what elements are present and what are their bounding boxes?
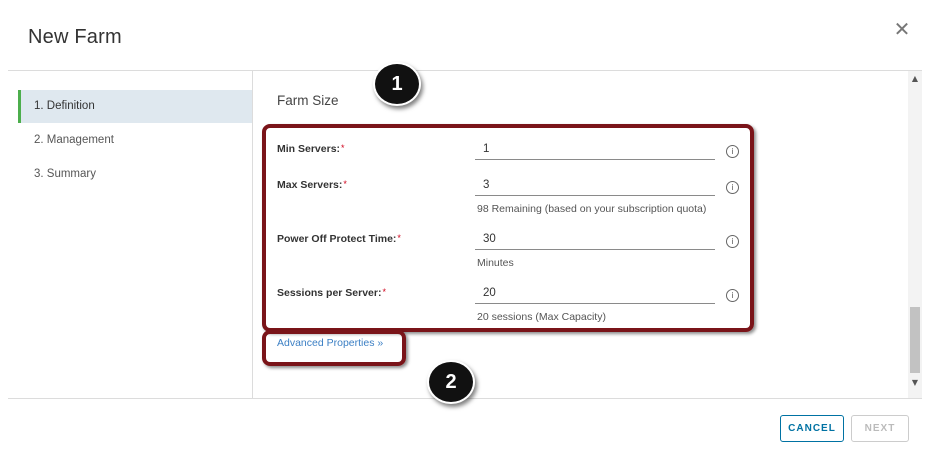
sessions-per-server-input[interactable] — [475, 282, 715, 304]
required-marker: * — [341, 143, 345, 153]
callout-badge-1: 1 — [373, 62, 421, 106]
max-servers-input[interactable] — [475, 174, 715, 196]
callout-badge-2: 2 — [427, 360, 475, 404]
close-icon[interactable]: ✕ — [891, 18, 913, 40]
step-definition[interactable]: 1. Definition — [18, 90, 252, 123]
info-icon[interactable]: i — [726, 145, 739, 158]
min-servers-label: Min Servers:* — [277, 143, 345, 155]
max-servers-label: Max Servers:* — [277, 179, 347, 191]
info-icon[interactable]: i — [726, 181, 739, 194]
sessions-per-server-label: Sessions per Server:* — [277, 287, 386, 299]
power-off-protect-time-label: Power Off Protect Time:* — [277, 233, 401, 245]
next-button[interactable]: NEXT — [851, 415, 909, 442]
info-icon[interactable]: i — [726, 289, 739, 302]
new-farm-dialog: New Farm ✕ 1. Definition 2. Management 3… — [0, 0, 930, 462]
advanced-properties-link[interactable]: Advanced Properties » — [277, 337, 383, 349]
dialog-title: New Farm — [28, 26, 122, 48]
min-servers-label-text: Min Servers: — [277, 143, 341, 155]
scroll-up-arrow-icon[interactable]: ▲ — [908, 73, 922, 85]
required-marker: * — [382, 287, 386, 297]
scroll-down-arrow-icon[interactable]: ▼ — [908, 377, 922, 389]
scroll-thumb[interactable] — [910, 307, 920, 373]
required-marker: * — [343, 179, 347, 189]
section-title: Farm Size — [277, 93, 339, 108]
step-summary[interactable]: 3. Summary — [18, 158, 252, 191]
cancel-button[interactable]: CANCEL — [780, 415, 844, 442]
min-servers-input[interactable] — [475, 138, 715, 160]
max-servers-helper: 98 Remaining (based on your subscription… — [477, 203, 707, 215]
step-management[interactable]: 2. Management — [18, 124, 252, 157]
max-servers-label-text: Max Servers: — [277, 179, 343, 191]
power-off-protect-time-helper: Minutes — [477, 257, 514, 269]
content-scrollbar[interactable]: ▲ ▼ — [908, 71, 922, 398]
power-off-protect-time-label-text: Power Off Protect Time: — [277, 233, 397, 245]
farm-size-form: Farm Size Min Servers:* i Max Servers:* … — [253, 71, 908, 398]
info-icon[interactable]: i — [726, 235, 739, 248]
wizard-steps: 1. Definition 2. Management 3. Summary — [18, 71, 252, 398]
power-off-protect-time-input[interactable] — [475, 228, 715, 250]
sessions-per-server-label-text: Sessions per Server: — [277, 287, 382, 299]
sessions-per-server-helper: 20 sessions (Max Capacity) — [477, 311, 606, 323]
required-marker: * — [397, 233, 401, 243]
